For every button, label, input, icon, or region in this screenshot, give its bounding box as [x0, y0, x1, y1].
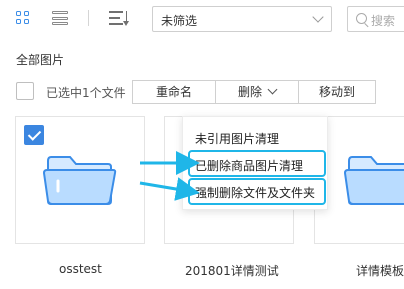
callout-arrows	[139, 151, 200, 201]
